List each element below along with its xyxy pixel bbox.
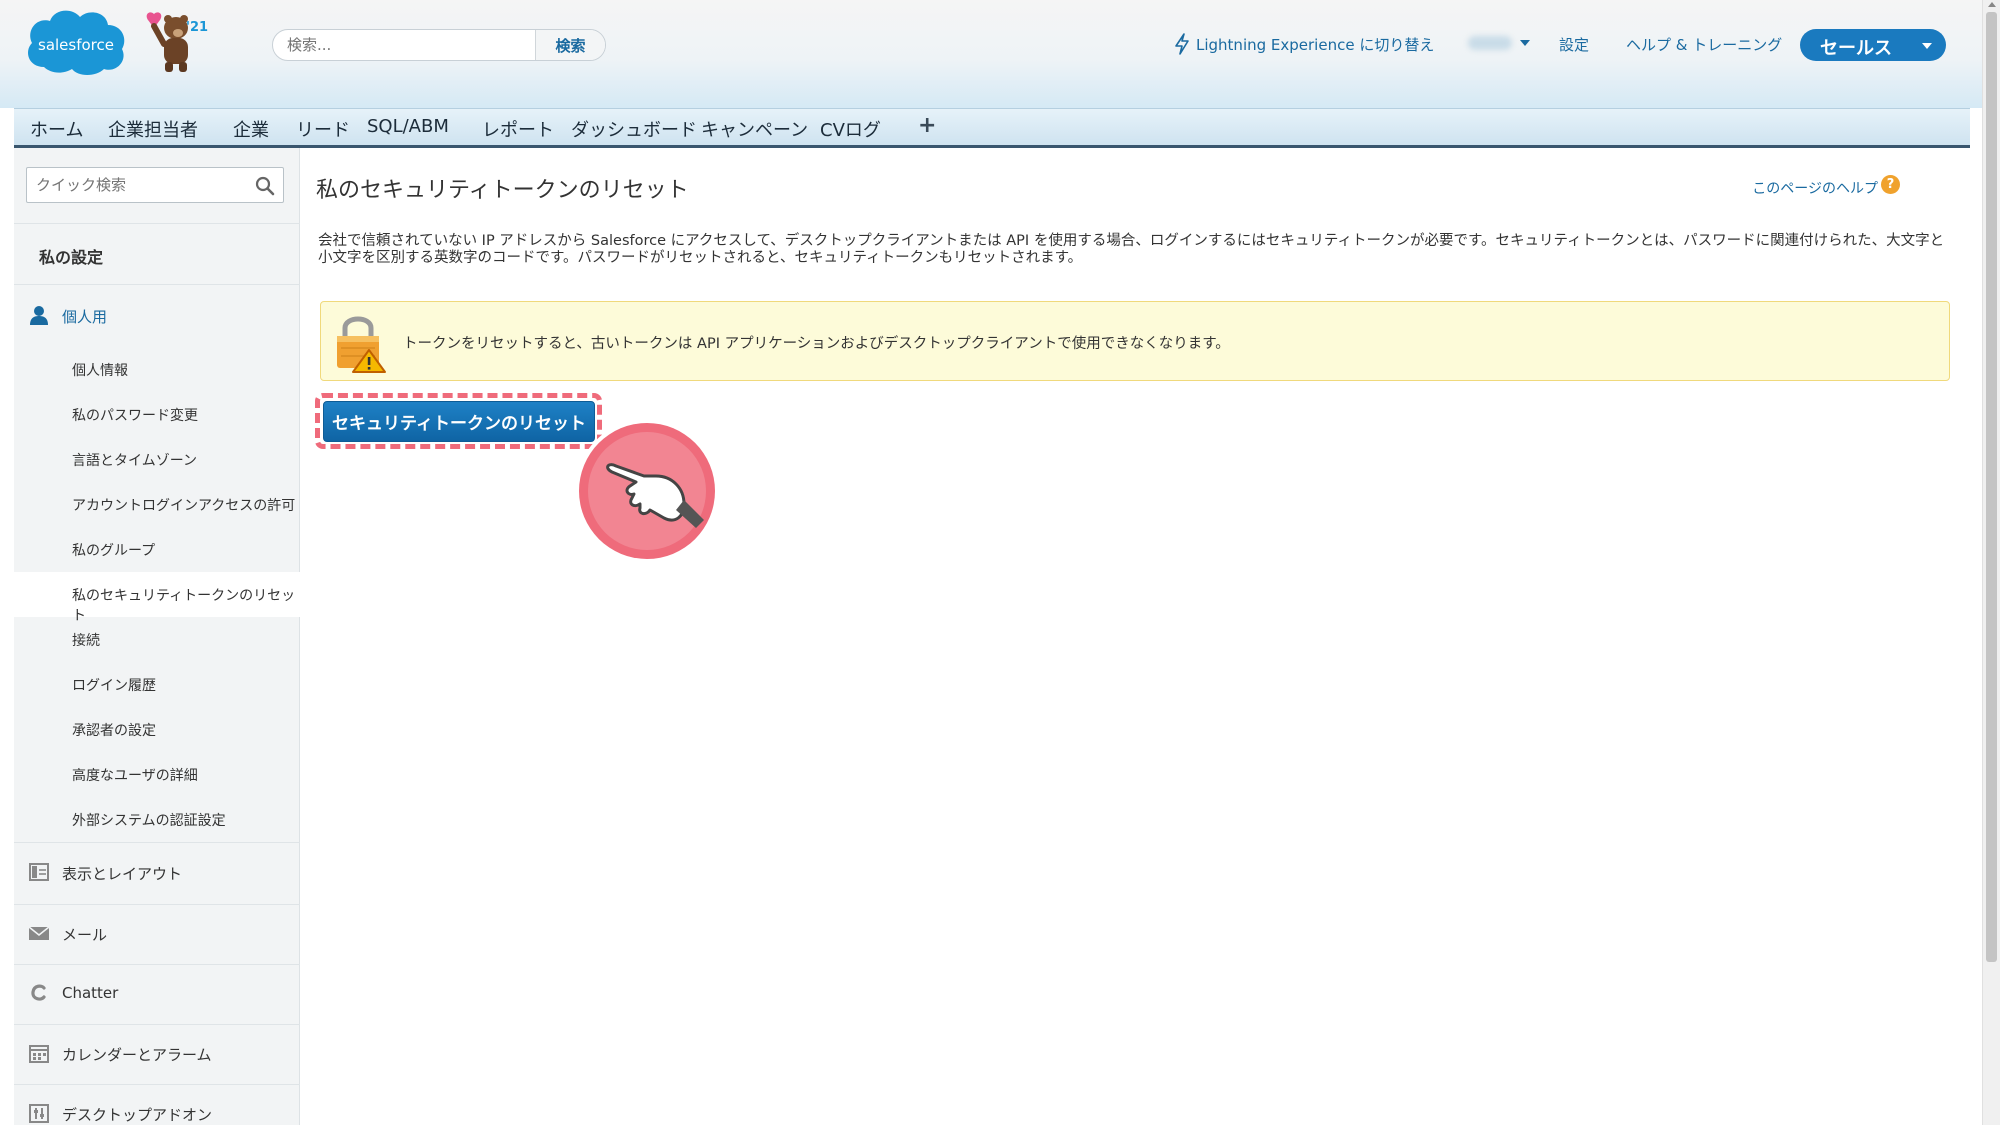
sidebar-item-label: 個人情報 xyxy=(72,363,128,379)
desktop-addon-icon xyxy=(29,1104,49,1123)
divider xyxy=(14,842,300,843)
mascot-bear-icon xyxy=(146,12,188,72)
tab-cv-log[interactable]: CVログ xyxy=(820,116,881,142)
lightning-icon[interactable] xyxy=(1174,33,1190,55)
sidebar-section-chatter[interactable]: Chatter xyxy=(14,965,300,1023)
chatter-icon xyxy=(31,984,46,1001)
scroll-up-arrow-icon[interactable] xyxy=(1988,2,1996,7)
sidebar-section-personal[interactable]: 個人用 xyxy=(14,287,300,345)
global-search-button[interactable]: 検索 xyxy=(535,30,605,60)
sidebar-section-label: デスクトップアドオン xyxy=(62,1106,213,1124)
main-content: 私のセキュリティトークンのリセット このページのヘルプ ? 会社で信頼されていな… xyxy=(300,148,1970,1125)
release-year: '21 xyxy=(186,20,209,35)
sidebar-item-language-timezone[interactable]: 言語とタイムゾーン xyxy=(14,437,300,482)
tab-home[interactable]: ホーム xyxy=(30,116,83,142)
warning-message: トークンをリセットすると、古いトークンは API アプリケーションおよびデスクト… xyxy=(320,301,1950,381)
tab-bar: ホーム 企業担当者 企業 リード SQL/ABM レポート ダッシュボード キャ… xyxy=(14,108,1970,148)
divider xyxy=(14,284,300,285)
layout-icon xyxy=(29,863,49,881)
sidebar-section-label: カレンダーとアラーム xyxy=(62,1046,212,1064)
sidebar-section-label: 個人用 xyxy=(62,308,108,326)
app-header: salesforce '21 検索 Lightning Experience に… xyxy=(0,0,1982,108)
sidebar-item-label: ログイン履歴 xyxy=(72,678,156,694)
scrollbar-thumb[interactable] xyxy=(1986,12,1997,962)
sidebar-item-label: 接続 xyxy=(72,633,100,649)
salesforce-logo[interactable]: salesforce xyxy=(22,5,130,79)
tab-leads[interactable]: リード xyxy=(296,116,350,142)
sidebar-section-display-layout[interactable]: 表示とレイアウト xyxy=(14,844,300,902)
tab-accounts[interactable]: 企業 xyxy=(233,116,269,142)
help-training-link[interactable]: ヘルプ & トレーニング xyxy=(1626,34,1782,55)
tab-reports[interactable]: レポート xyxy=(482,116,554,142)
setup-link[interactable]: 設定 xyxy=(1559,34,1589,55)
sidebar-section-label: メール xyxy=(62,926,108,944)
sidebar-item-connections[interactable]: 接続 xyxy=(14,617,300,662)
reset-security-token-button[interactable]: セキュリティトークンのリセット xyxy=(323,401,595,442)
sidebar-item-personal-info[interactable]: 個人情報 xyxy=(14,347,300,392)
user-name-blurred xyxy=(1468,36,1512,50)
page-help-link[interactable]: このページのヘルプ xyxy=(1752,178,1878,198)
app-switcher[interactable]: セールス xyxy=(1800,29,1946,61)
vertical-scrollbar[interactable] xyxy=(1982,0,2000,1125)
quick-search-input[interactable] xyxy=(27,168,247,202)
page-description: 会社で信頼されていない IP アドレスから Salesforce にアクセスして… xyxy=(318,233,1945,266)
page-title: 私のセキュリティトークンのリセット xyxy=(316,178,689,203)
person-icon xyxy=(30,306,48,325)
tab-contacts[interactable]: 企業担当者 xyxy=(108,116,198,142)
calendar-icon xyxy=(29,1045,49,1063)
sidebar-item-change-password[interactable]: 私のパスワード変更 xyxy=(14,392,300,437)
tab-sql-abm[interactable]: SQL/ABM xyxy=(367,116,449,137)
sidebar-item-label: アカウントログインアクセスの許可 xyxy=(72,498,296,514)
sidebar-item-advanced-user-details[interactable]: 高度なユーザの詳細 xyxy=(14,752,300,797)
sidebar-item-approver-settings[interactable]: 承認者の設定 xyxy=(14,707,300,752)
tab-dashboards[interactable]: ダッシュボード xyxy=(571,116,697,142)
switch-lightning-link[interactable]: Lightning Experience に切り替え xyxy=(1196,34,1434,55)
mail-icon xyxy=(28,926,50,940)
sidebar-section-calendar[interactable]: カレンダーとアラーム xyxy=(14,1025,300,1083)
sidebar-item-label: 承認者の設定 xyxy=(72,723,156,739)
sidebar-item-label: 言語とタイムゾーン xyxy=(72,453,198,469)
sidebar-item-label: 私のグループ xyxy=(72,543,156,559)
sidebar-item-login-access[interactable]: アカウントログインアクセスの許可 xyxy=(14,482,300,527)
sidebar-section-label: Chatter xyxy=(62,984,119,1002)
sidebar-section-email[interactable]: メール xyxy=(14,905,300,963)
sidebar-item-login-history[interactable]: ログイン履歴 xyxy=(14,662,300,707)
sidebar-item-label: 高度なユーザの詳細 xyxy=(72,768,198,784)
divider xyxy=(14,223,300,224)
chevron-down-icon xyxy=(1922,43,1932,49)
lock-warning-icon xyxy=(337,316,386,373)
logo-text: salesforce xyxy=(38,36,114,54)
warning-text: トークンをリセットすると、古いトークンは API アプリケーションおよびデスクト… xyxy=(403,336,1230,352)
tab-campaigns[interactable]: キャンペーン xyxy=(701,116,808,142)
sidebar-item-label: 私のパスワード変更 xyxy=(72,408,198,424)
sidebar-section-desktop-addon[interactable]: デスクトップアドオン xyxy=(14,1085,300,1125)
sidebar-item-external-auth[interactable]: 外部システムの認証設定 xyxy=(14,797,300,842)
sidebar-item-my-groups[interactable]: 私のグループ xyxy=(14,527,300,572)
sidebar-title: 私の設定 xyxy=(39,248,104,267)
sidebar-item-reset-security-token[interactable]: 私のセキュリティトークンのリセット xyxy=(14,572,300,624)
sidebar: 私の設定 個人用 個人情報 私のパスワード変更 言語とタイムゾーン アカウントロ… xyxy=(14,148,300,1125)
sidebar-item-label: 外部システムの認証設定 xyxy=(72,813,226,829)
quick-search xyxy=(26,167,284,203)
sidebar-section-label: 表示とレイアウト xyxy=(62,865,183,883)
user-menu[interactable] xyxy=(1468,34,1532,54)
help-icon[interactable]: ? xyxy=(1881,175,1900,194)
chevron-down-icon xyxy=(1520,40,1530,46)
global-search-input[interactable] xyxy=(273,30,537,60)
pointing-hand-icon xyxy=(575,419,719,563)
app-switcher-label: セールス xyxy=(1820,38,1892,59)
search-icon[interactable] xyxy=(255,176,275,196)
global-search: 検索 xyxy=(272,29,606,61)
add-tab-icon[interactable]: + xyxy=(918,113,936,138)
